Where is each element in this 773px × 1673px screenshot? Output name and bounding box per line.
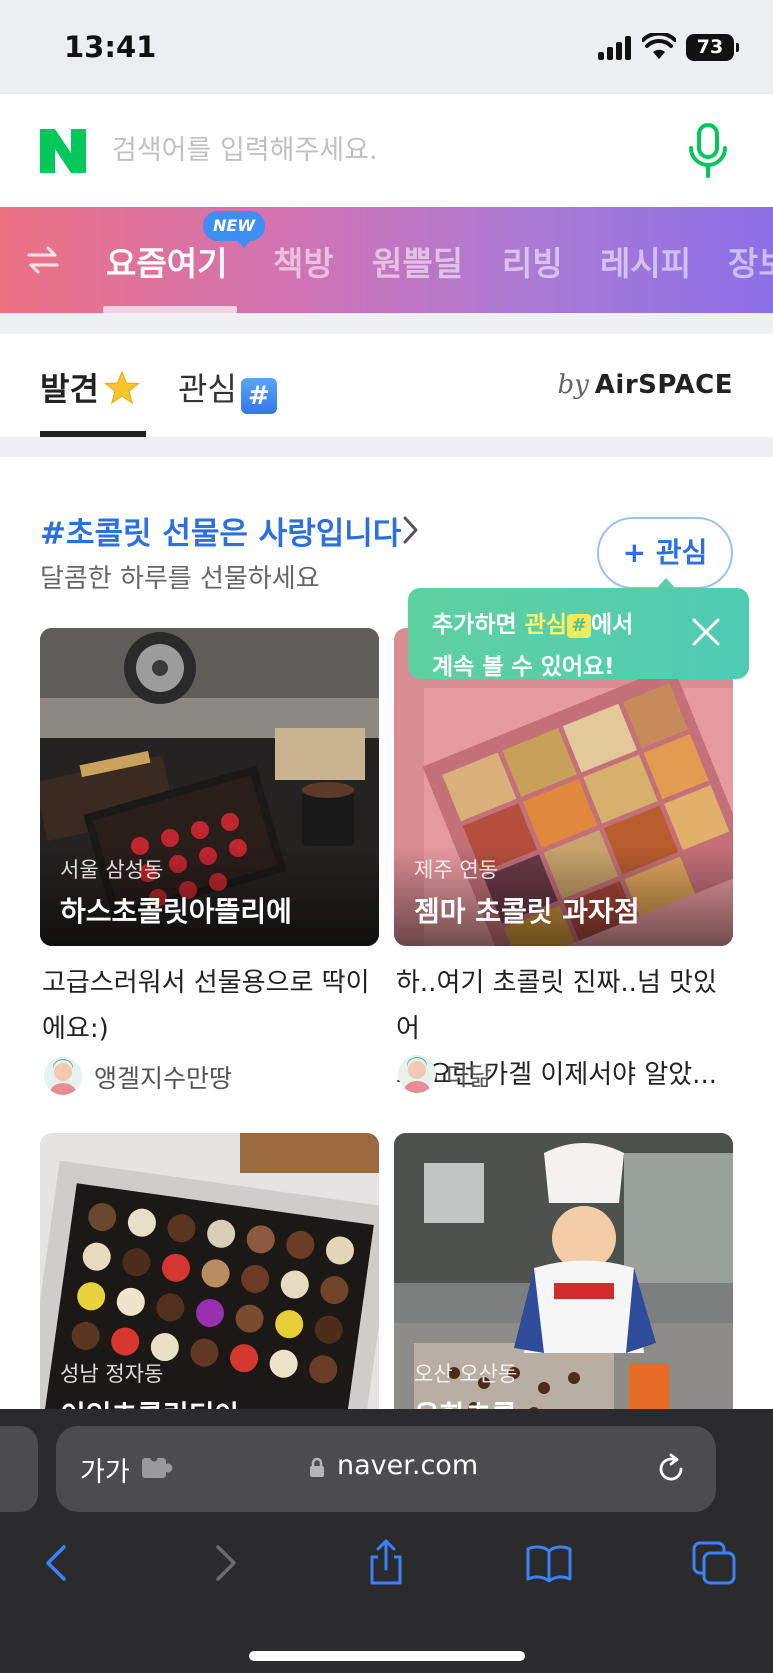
chevron-right-icon[interactable]: [400, 514, 422, 546]
share-icon[interactable]: [362, 1539, 410, 1587]
wifi-icon: [642, 33, 676, 59]
tooltip-text-part2: 에서: [590, 612, 634, 638]
tab-chaekbang[interactable]: 책방: [273, 237, 334, 285]
status-time: 13:41: [64, 30, 157, 64]
tab-jangbogi[interactable]: 장보기: [728, 237, 773, 285]
tab-discover[interactable]: 발견: [40, 364, 141, 410]
previous-tab-pill[interactable]: [0, 1426, 38, 1512]
card-description-line: 에요:): [42, 1014, 109, 1044]
star-icon: [104, 370, 140, 405]
card-author[interactable]: 다닮: [446, 1057, 492, 1093]
section-subtitle: 달콤한 하루를 선물하세요: [40, 564, 320, 594]
card-author[interactable]: 앵겔지수만땅: [94, 1059, 232, 1095]
forward-icon[interactable]: [200, 1539, 248, 1587]
reload-icon[interactable]: [654, 1452, 688, 1486]
active-tab-indicator: [103, 306, 237, 313]
naver-logo[interactable]: [38, 127, 88, 175]
tab-discover-label: 발견: [40, 370, 99, 408]
card-image[interactable]: 서울 삼성동 하스초콜릿아뜰리에: [40, 628, 379, 946]
tab-interest[interactable]: 관심 #: [178, 364, 277, 414]
card-location: 오산 오산동: [414, 1362, 518, 1386]
signal-icon: [598, 36, 634, 60]
tab-interest-label: 관심: [178, 370, 237, 408]
battery-indicator: 73: [686, 34, 739, 61]
address-bar[interactable]: 가가 naver.com: [56, 1426, 716, 1512]
mic-icon[interactable]: [684, 122, 732, 180]
card-description-line: 고급스러워서 선물용으로 딱이: [42, 968, 370, 998]
home-indicator: [249, 1651, 525, 1661]
hash-icon: #: [240, 378, 277, 414]
extension-icon[interactable]: [140, 1454, 174, 1482]
search-header: [0, 94, 773, 207]
card-description-line: 하..여기 초콜릿 진짜..넘 맛있어: [396, 968, 717, 1044]
airspace-brand: by AirSPACE: [557, 370, 733, 400]
card-location: 서울 삼성동: [60, 858, 164, 882]
sub-tabs: 발견 관심 # by AirSPACE: [0, 334, 773, 437]
swap-icon[interactable]: [26, 245, 60, 275]
card-store-name: 젬마 초콜릿 과자점: [414, 895, 640, 928]
card-location: 성남 정자동: [60, 1362, 164, 1386]
brand-by: by: [557, 370, 589, 400]
card-store-name: 하스초콜릿아뜰리에: [60, 895, 292, 928]
close-icon[interactable]: [690, 616, 722, 648]
status-bar: 13:41 73: [0, 0, 773, 94]
divider: [0, 437, 773, 457]
tooltip-text: 추가하면 관심 # 에서 계속 볼 수 있어요!: [432, 604, 682, 688]
tabs-icon[interactable]: [690, 1539, 738, 1587]
card-location: 제주 연동: [414, 858, 498, 882]
category-tab-bar: 요즘여기 책방 원쁠딜 리빙 레시피 장보기: [0, 207, 773, 313]
card-image[interactable]: 성남 정자동 이인초콜릿디아: [40, 1133, 379, 1451]
hash-icon: #: [566, 614, 591, 638]
search-input[interactable]: [112, 124, 632, 176]
card-description[interactable]: 고급스러워서 선물용으로 딱이 에요:): [42, 960, 381, 1052]
new-badge: NEW: [203, 211, 265, 248]
divider: [0, 313, 773, 334]
section-title[interactable]: #초콜릿 선물은 사랑입니다: [40, 508, 401, 553]
avatar[interactable]: [44, 1057, 82, 1095]
interest-tooltip: 추가하면 관심 # 에서 계속 볼 수 있어요!: [408, 578, 749, 680]
card-image[interactable]: 오산 오산동 유화초콜: [394, 1133, 733, 1451]
tab-recipe[interactable]: 레시피: [600, 237, 691, 285]
avatar[interactable]: [398, 1055, 436, 1093]
back-icon[interactable]: [34, 1539, 82, 1587]
bookmarks-icon[interactable]: [525, 1539, 573, 1587]
brand-name: AirSPACE: [594, 370, 733, 400]
text-size-button[interactable]: 가가: [80, 1450, 130, 1489]
tooltip-highlight: 관심: [524, 612, 567, 638]
lock-icon: [310, 1457, 324, 1477]
tab-living[interactable]: 리빙: [502, 237, 563, 285]
browser-toolbar: 가가 naver.com: [0, 1409, 773, 1673]
url-text: naver.com: [337, 1450, 479, 1481]
tooltip-text-part1: 추가하면: [432, 612, 525, 638]
tab-yojeumyeogi[interactable]: 요즘여기: [106, 237, 227, 285]
tooltip-text-line2: 계속 볼 수 있어요!: [432, 654, 615, 680]
tab-wonppeuldeal[interactable]: 원쁠딜: [372, 237, 463, 285]
